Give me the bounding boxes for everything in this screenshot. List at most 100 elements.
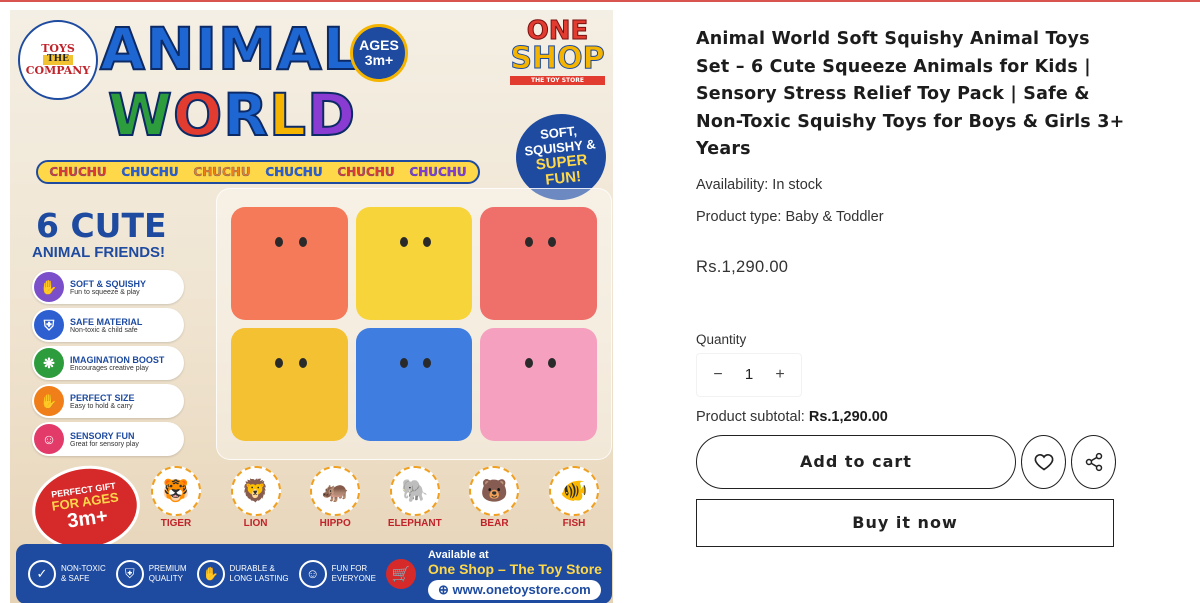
hand-icon: ✋: [196, 560, 225, 588]
available-label: Available at: [427, 548, 489, 561]
chuchu-label: CHUCHU: [193, 165, 251, 179]
buy-now-button[interactable]: Buy it now: [696, 498, 1114, 547]
toy-eye: [524, 237, 533, 247]
ages-badge-line1: AGES: [359, 36, 399, 53]
feature-title: PERFECT SIZE: [70, 392, 135, 403]
brand-logo: TOYS THE COMPANY: [18, 20, 98, 100]
animal-item: 🦛 HIPPO: [304, 466, 366, 529]
feature-description: Easy to hold & carry: [70, 402, 133, 410]
bottom-bar-item-line1: FUN FOR: [331, 564, 368, 574]
feature-item: ✋ SOFT & SQUISHY Fun to squeeze & play: [32, 270, 184, 304]
bottom-bar-item: ✋ DURABLE & LONG LASTING: [196, 560, 289, 588]
bottom-bar-item-text: DURABLE & LONG LASTING: [230, 564, 289, 583]
toy-eye: [423, 237, 432, 247]
ages-badge-line2: 3m+: [364, 52, 394, 68]
feature-description: Great for sensory play: [70, 440, 139, 448]
chuchu-label: CHUCHU: [49, 165, 107, 179]
bottom-bar-item: ✓ NON-TOXIC & SAFE: [28, 560, 106, 588]
action-row: Add to cart: [696, 434, 1126, 489]
shield-icon: ⛨: [115, 560, 144, 588]
feature-description: Non-toxic & child safe: [70, 326, 138, 334]
feature-item: ⛨ SAFE MATERIAL Non-toxic & child safe: [32, 308, 184, 342]
title-letter: L: [268, 81, 307, 149]
toy-eye: [298, 237, 307, 247]
store-url-text: www.onetoystore.com: [452, 581, 591, 597]
bottom-bar-item-line1: DURABLE &: [229, 564, 275, 574]
animal-name: LION: [243, 518, 268, 529]
elephant-icon: 🐘: [389, 466, 440, 516]
hand-icon: ✋: [34, 272, 64, 302]
feature-item: ❋ IMAGINATION BOOST Encourages creative pl…: [32, 346, 184, 380]
add-to-cart-button[interactable]: Add to cart: [696, 434, 1016, 489]
toy-eye: [524, 358, 533, 368]
share-button[interactable]: [1071, 434, 1116, 489]
subtotal-label: Product subtotal:: [696, 408, 809, 425]
quantity-value[interactable]: 1: [745, 366, 753, 383]
bottom-bar-features: ✓ NON-TOXIC & SAFE ⛨ PREMIUM QUALITY ✋ DURABLE …: [28, 560, 386, 588]
animal-name: BEAR: [480, 518, 509, 529]
animal-name: ELEPHANT: [387, 518, 442, 529]
toy-eye: [547, 237, 556, 247]
animal-item: 🐘 ELEPHANT: [384, 466, 446, 529]
cute-subtitle: ANIMAL FRIENDS!: [32, 244, 166, 261]
feature-description: Encourages creative play: [70, 364, 149, 372]
feature-title: SAFE MATERIAL: [70, 316, 143, 327]
title-letter: R: [222, 81, 269, 149]
chuchu-label: CHUCHU: [265, 165, 323, 179]
quantity-label: Quantity: [696, 331, 747, 347]
chuchu-bar: CHUCHU CHUCHU CHUCHU CHUCHU CHUCHU CHUCHU: [36, 160, 480, 184]
quantity-stepper: − 1 +: [696, 352, 802, 397]
smile-icon: ☺: [298, 560, 327, 588]
palm-icon: ✋: [34, 386, 64, 416]
store-name: One Shop – The Toy Store: [427, 560, 602, 577]
feature-text: SOFT & SQUISHY Fun to squeeze & play: [70, 279, 146, 296]
shop-logo-line2: SHOP: [510, 41, 605, 76]
toy-cow-yellow: [231, 328, 348, 441]
hippo-icon: 🦛: [310, 466, 361, 516]
animal-item: 🦁 LION: [225, 466, 287, 529]
quantity-decrease-button[interactable]: −: [711, 366, 725, 384]
fish-icon: 🐠: [548, 466, 599, 516]
animal-name: FISH: [562, 518, 586, 529]
store-url: ⊕ www.onetoystore.com: [427, 579, 601, 600]
bottom-bar-item-line2: & SAFE: [61, 574, 90, 583]
bottom-bar-item-line2: QUALITY: [148, 574, 183, 583]
feature-text: PERFECT SIZE Easy to hold & carry: [70, 393, 135, 410]
subtotal-value: Rs.1,290.00: [808, 408, 888, 425]
bottom-bar-item: ☺ FUN FOR EVERYONE: [298, 560, 376, 588]
feature-list: ✋ SOFT & SQUISHY Fun to squeeze & play ⛨ SAF…: [32, 270, 184, 460]
toy-pack: [216, 188, 612, 460]
wishlist-button[interactable]: [1021, 434, 1066, 489]
feature-text: SENSORY FUN Great for sensory play: [70, 431, 139, 448]
feature-item: ✋ PERFECT SIZE Easy to hold & carry: [32, 384, 184, 418]
bottom-bar-item-line1: NON-TOXIC: [61, 564, 106, 574]
product-type: Product type: Baby & Toddler: [696, 208, 884, 225]
feature-text: IMAGINATION BOOST Encourages creative pla…: [70, 355, 164, 372]
perfect-gift-badge: PERFECT GIFT FOR AGES 3m+: [26, 458, 146, 558]
title-letter: D: [306, 81, 357, 149]
available-at: Available at One Shop – The Toy Store ⊕ …: [427, 548, 602, 600]
title-letter: O: [172, 81, 224, 149]
animal-item: 🐯 TIGER: [145, 466, 207, 529]
bottom-bar-item-text: NON-TOXIC & SAFE: [61, 564, 106, 583]
animal-list: 🐯 TIGER 🦁 LION 🦛 HIPPO 🐘 ELEPHANT 🐻 BEAR 🐠 FISH: [145, 466, 605, 529]
lion-icon: 🦁: [230, 466, 281, 516]
toy-eye: [547, 358, 556, 368]
bottom-bar: ✓ NON-TOXIC & SAFE ⛨ PREMIUM QUALITY ✋ DURABLE …: [16, 544, 612, 603]
bear-icon: 🐻: [469, 466, 520, 516]
feature-title: SENSORY FUN: [70, 430, 135, 441]
toy-tiger-orange: [231, 207, 348, 320]
tiger-icon: 🐯: [151, 466, 201, 516]
chuchu-label: CHUCHU: [409, 165, 467, 179]
product-title: Animal World Soft Squishy Animal Toys Se…: [696, 29, 1125, 159]
toy-eye: [399, 237, 408, 247]
feature-description: Fun to squeeze & play: [70, 288, 140, 296]
chuchu-label: CHUCHU: [337, 165, 395, 179]
quantity-increase-button[interactable]: +: [773, 366, 787, 384]
brain-icon: ❋: [34, 348, 64, 378]
availability: Availability: In stock: [696, 176, 823, 193]
bottom-bar-item-line2: LONG LASTING: [229, 574, 289, 583]
image-title-line2: WORLD: [107, 85, 356, 145]
smile-icon: ☺: [34, 424, 64, 454]
top-rule: [0, 0, 1200, 2]
